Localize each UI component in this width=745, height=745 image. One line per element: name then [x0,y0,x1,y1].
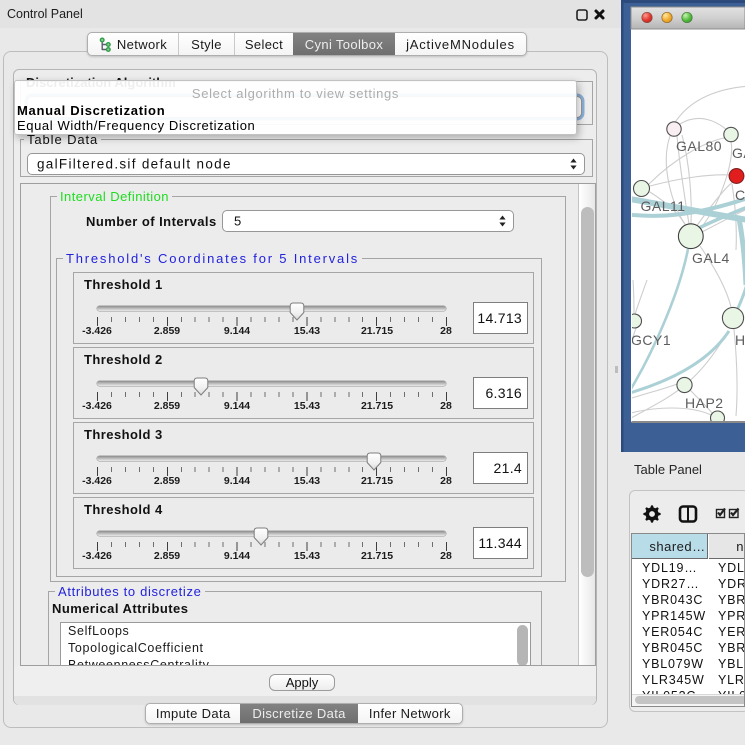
svg-text:GAL11: GAL11 [641,198,686,214]
svg-text:GA: GA [732,145,745,161]
svg-text:C: C [735,187,745,203]
svg-text:GCY1: GCY1 [631,332,671,348]
svg-text:HAP2: HAP2 [685,395,724,411]
svg-text:GAL80: GAL80 [676,138,722,154]
svg-text:H: H [735,332,745,348]
svg-text:GAL4: GAL4 [692,250,730,266]
